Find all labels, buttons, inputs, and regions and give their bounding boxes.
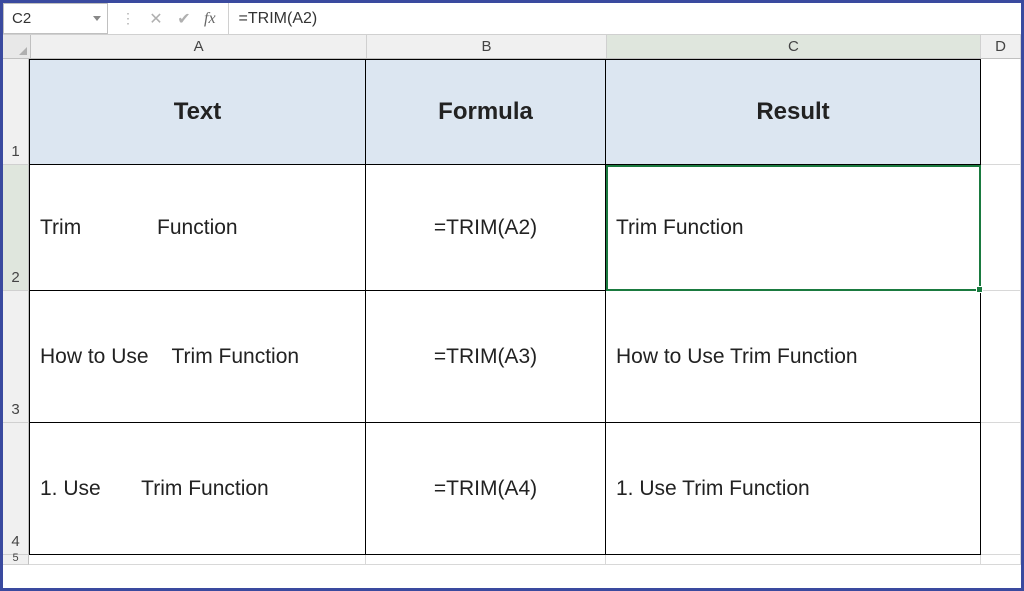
formula-text: =TRIM(A2) <box>239 10 318 28</box>
table-row: Trim Function =TRIM(A2) Trim Function <box>29 165 1021 291</box>
header-result[interactable]: Result <box>606 59 981 165</box>
cell-a4[interactable]: 1. Use Trim Function <box>29 423 366 555</box>
formula-bar: C2 ⋮ ✕ ✔ fx =TRIM(A2) <box>3 3 1021 35</box>
header-formula[interactable]: Formula <box>366 59 606 165</box>
column-header-a[interactable]: A <box>31 35 367 58</box>
name-box-value: C2 <box>12 10 31 27</box>
table-row <box>29 555 1021 565</box>
cell-a5[interactable] <box>29 555 366 565</box>
cell-d4[interactable] <box>981 423 1021 555</box>
cell-c3[interactable]: How to Use Trim Function <box>606 291 981 423</box>
enter-icon[interactable]: ✔ <box>170 9 198 29</box>
cell-a3[interactable]: How to Use Trim Function <box>29 291 366 423</box>
cell-a2[interactable]: Trim Function <box>29 165 366 291</box>
cell-d2[interactable] <box>981 165 1021 291</box>
row-header-1[interactable]: 1 <box>3 59 29 165</box>
cell-b3[interactable]: =TRIM(A3) <box>366 291 606 423</box>
table-row: How to Use Trim Function =TRIM(A3) How t… <box>29 291 1021 423</box>
cell-d5[interactable] <box>981 555 1021 565</box>
cell-c4[interactable]: 1. Use Trim Function <box>606 423 981 555</box>
column-header-b[interactable]: B <box>367 35 607 58</box>
chevron-down-icon[interactable] <box>93 16 101 21</box>
cell-b4[interactable]: =TRIM(A4) <box>366 423 606 555</box>
name-box[interactable]: C2 <box>3 3 108 34</box>
cell-c5[interactable] <box>606 555 981 565</box>
row-header-5[interactable]: 5 <box>3 555 29 565</box>
row-headers: 1 2 3 4 5 <box>3 59 29 565</box>
row-header-2[interactable]: 2 <box>3 165 29 291</box>
cells-area: Text Formula Result Trim Function =TRIM(… <box>29 59 1021 565</box>
table-header-row: Text Formula Result <box>29 59 1021 165</box>
cell-b2[interactable]: =TRIM(A2) <box>366 165 606 291</box>
row-header-4[interactable]: 4 <box>3 423 29 555</box>
column-headers: A B C D <box>3 35 1021 59</box>
table-row: 1. Use Trim Function =TRIM(A4) 1. Use Tr… <box>29 423 1021 555</box>
expand-icon[interactable]: ⋮ <box>114 10 142 27</box>
column-header-d[interactable]: D <box>981 35 1021 58</box>
fx-icon[interactable]: fx <box>198 10 222 28</box>
row-header-3[interactable]: 3 <box>3 291 29 423</box>
cell-b5[interactable] <box>366 555 606 565</box>
formula-controls: ⋮ ✕ ✔ fx <box>108 3 229 34</box>
cell-c2[interactable]: Trim Function <box>606 165 981 291</box>
select-all-corner[interactable] <box>3 35 31 58</box>
formula-input[interactable]: =TRIM(A2) <box>229 3 1021 34</box>
spreadsheet-grid: 1 2 3 4 5 Text Formula Result Trim Funct… <box>3 59 1021 565</box>
column-header-c[interactable]: C <box>607 35 981 58</box>
cancel-icon[interactable]: ✕ <box>142 9 170 29</box>
header-text[interactable]: Text <box>29 59 366 165</box>
cell-d3[interactable] <box>981 291 1021 423</box>
cell-d1[interactable] <box>981 59 1021 165</box>
